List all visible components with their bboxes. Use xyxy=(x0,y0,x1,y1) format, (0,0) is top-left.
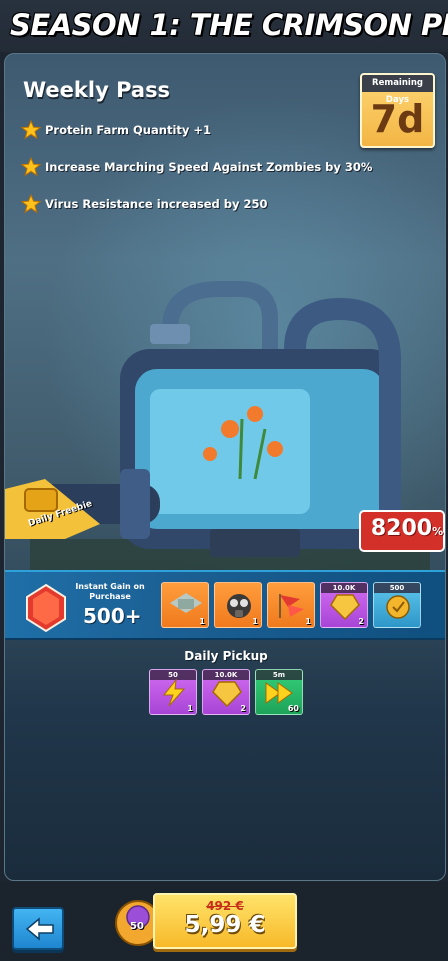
reward-item-count: 1 xyxy=(305,617,311,626)
reward-item-speedup[interactable]: 1 xyxy=(267,582,315,628)
purchase-button[interactable]: 492 € 5,99 € xyxy=(153,893,297,949)
reward-item-gas-mask[interactable]: 1 xyxy=(214,582,262,628)
reward-item-count: 2 xyxy=(358,617,364,626)
star-icon xyxy=(21,194,41,214)
instant-gain-value: 500+ xyxy=(83,604,142,628)
star-icon xyxy=(21,120,41,140)
pickup-item-count: 1 xyxy=(187,704,193,713)
reward-item-gold-crystal[interactable]: 10.0K 2 xyxy=(320,582,368,628)
value-percent-text: 8200% xyxy=(367,516,445,541)
value-percent-unit: % xyxy=(432,525,444,538)
reward-item-gold-medal[interactable]: 500 xyxy=(373,582,421,628)
star-icon xyxy=(21,157,41,177)
perk-text: Virus Resistance increased by 250 xyxy=(45,197,268,211)
back-arrow-icon xyxy=(25,917,54,941)
instant-gain-label: Instant Gain on Purchase xyxy=(75,582,145,601)
reward-item-count: 1 xyxy=(199,617,205,626)
perk-item: Increase Marching Speed Against Zombies … xyxy=(21,157,372,177)
new-price: 5,99 € xyxy=(184,912,266,938)
daily-pickup-label: Daily Pickup xyxy=(184,649,268,663)
perk-item: Virus Resistance increased by 250 xyxy=(21,194,268,214)
reward-item-count: 1 xyxy=(252,617,258,626)
instant-reward-bar: Instant Gain on Purchase 500+ 1 1 1 10.0… xyxy=(5,570,445,640)
pickup-item-count: 2 xyxy=(240,704,246,713)
gold-medal-icon xyxy=(386,595,410,619)
remaining-days-box: Remaining Days 7d xyxy=(360,73,435,148)
reward-item-building[interactable]: 1 xyxy=(161,582,209,628)
red-gem-icon xyxy=(26,583,66,633)
perk-text: Protein Farm Quantity +1 xyxy=(45,123,212,137)
back-button[interactable] xyxy=(12,907,64,950)
remaining-days-label: Remaining Days xyxy=(362,75,433,105)
value-percent-number: 8200 xyxy=(370,516,433,541)
season-title: SEASON 1: THE CRIMSON PLAGUE xyxy=(0,0,448,52)
pickup-item-fast-forward[interactable]: 5m 60 xyxy=(255,669,303,715)
pickup-item-lightning[interactable]: 50 1 xyxy=(149,669,197,715)
pass-title: Weekly Pass xyxy=(23,78,171,102)
old-price: 492 € xyxy=(206,899,244,913)
coin-count: 50 xyxy=(130,921,144,932)
pickup-item-gold-crystal[interactable]: 10.0K 2 xyxy=(202,669,250,715)
perk-item: Protein Farm Quantity +1 xyxy=(21,120,211,140)
perk-text: Increase Marching Speed Against Zombies … xyxy=(45,160,373,174)
pickup-item-count: 60 xyxy=(287,704,299,713)
remaining-days-value: 7d xyxy=(370,97,425,141)
weekly-pass-panel: Weekly Pass Protein Farm Quantity +1 Inc… xyxy=(4,53,446,881)
